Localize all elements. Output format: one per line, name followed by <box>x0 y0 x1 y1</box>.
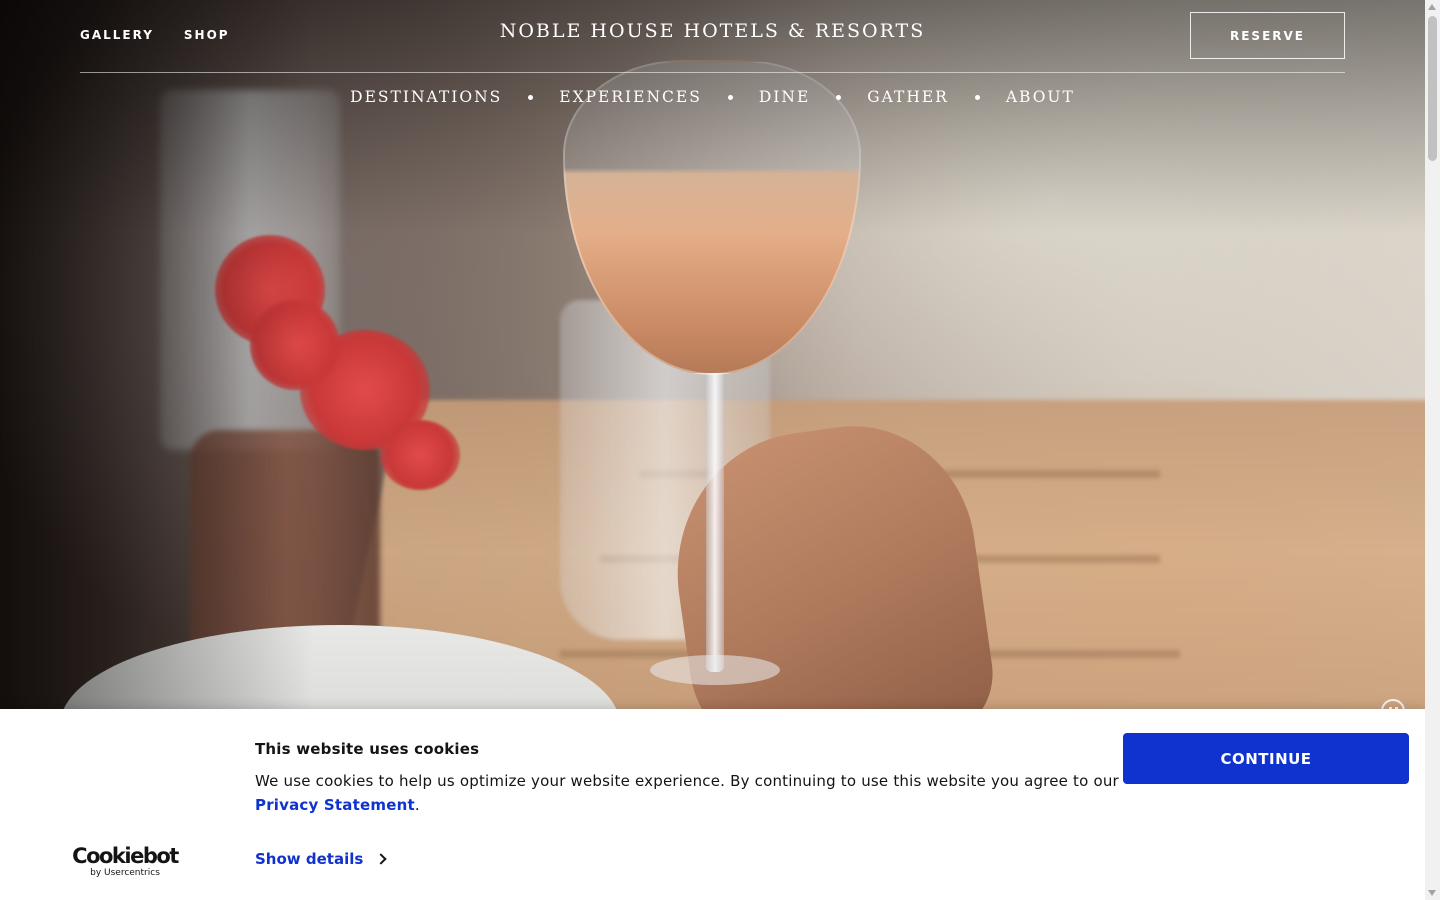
page: GALLERY SHOP NOBLE HOUSE HOTELS & RESORT… <box>0 0 1440 900</box>
cookie-message-end: . <box>414 796 420 814</box>
nav-destinations[interactable]: DESTINATIONS <box>350 88 502 106</box>
show-details-label: Show details <box>255 850 364 868</box>
nav-about[interactable]: ABOUT <box>1006 88 1075 106</box>
brand-name[interactable]: NOBLE HOUSE HOTELS & RESORTS <box>500 20 926 42</box>
utility-nav: GALLERY SHOP <box>80 28 230 42</box>
cookie-title: This website uses cookies <box>255 740 480 758</box>
gallery-link[interactable]: GALLERY <box>80 28 154 42</box>
scrollbar-thumb[interactable] <box>1428 16 1437 161</box>
scroll-down-icon[interactable] <box>1428 890 1436 896</box>
cookie-message: We use cookies to help us optimize your … <box>255 769 1125 817</box>
privacy-statement-link[interactable]: Privacy Statement <box>255 796 415 814</box>
shop-link[interactable]: SHOP <box>184 28 230 42</box>
nav-separator-dot <box>528 94 534 100</box>
site-header: GALLERY SHOP NOBLE HOUSE HOTELS & RESORT… <box>0 0 1425 130</box>
main-nav: DESTINATIONS EXPERIENCES DINE GATHER ABO… <box>0 88 1425 106</box>
nav-separator-dot <box>836 94 842 100</box>
cookiebot-logo-name: Cookiebot <box>72 844 179 868</box>
cookiebot-logo[interactable]: Cookiebot by Usercentrics <box>70 845 180 879</box>
header-divider <box>80 72 1345 73</box>
cookie-banner: Cookiebot by Usercentrics This website u… <box>0 709 1425 900</box>
reserve-button[interactable]: RESERVE <box>1190 12 1345 59</box>
nav-separator-dot <box>727 94 733 100</box>
continue-button[interactable]: CONTINUE <box>1123 733 1409 784</box>
page-scrollbar[interactable] <box>1425 0 1440 900</box>
nav-experiences[interactable]: EXPERIENCES <box>559 88 702 106</box>
show-details-link[interactable]: Show details <box>255 850 387 868</box>
cookiebot-logo-sub: by Usercentrics <box>90 868 160 878</box>
nav-separator-dot <box>974 94 980 100</box>
chevron-right-icon <box>375 853 387 865</box>
cookie-message-text: We use cookies to help us optimize your … <box>255 772 1119 790</box>
nav-dine[interactable]: DINE <box>759 88 810 106</box>
scroll-up-icon[interactable] <box>1428 4 1436 10</box>
nav-gather[interactable]: GATHER <box>867 88 949 106</box>
